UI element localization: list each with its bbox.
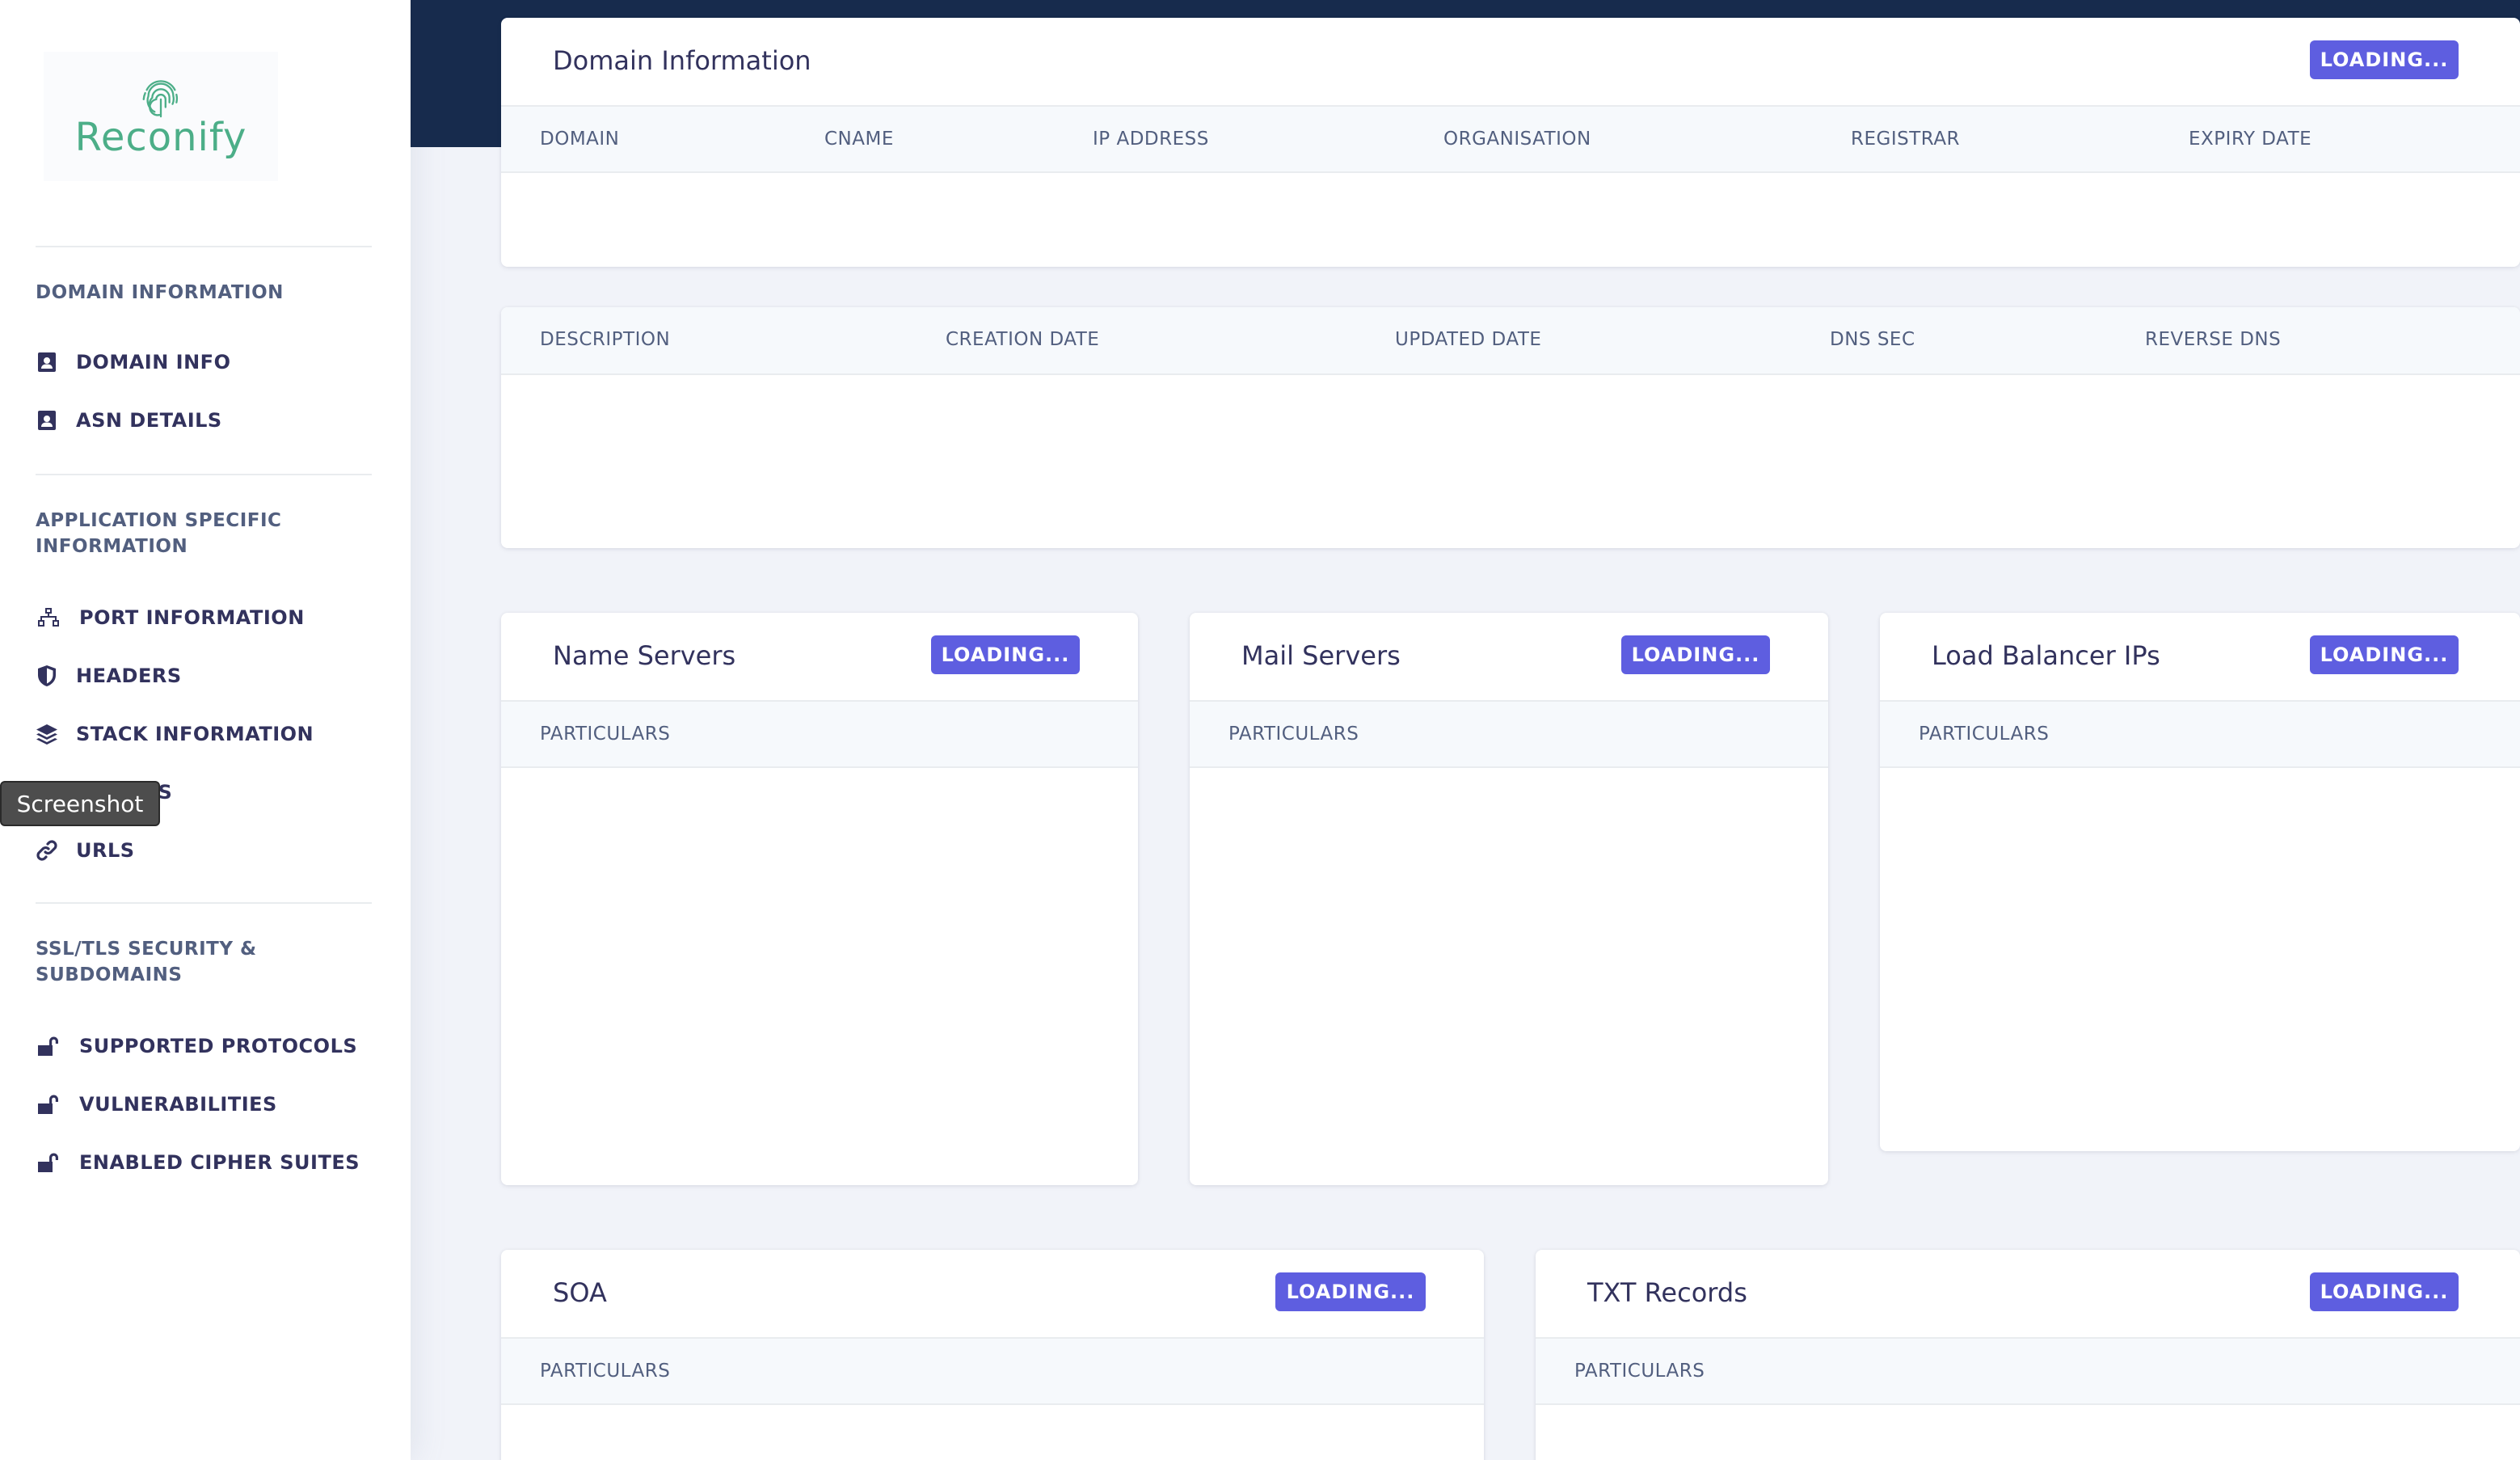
card-title: TXT Records: [1587, 1277, 1747, 1308]
nav-item-urls[interactable]: URLS: [36, 833, 135, 868]
column-header[interactable]: DNS SEC: [1830, 307, 1915, 372]
nav-item-headers[interactable]: HEADERS: [36, 658, 182, 694]
loading-button[interactable]: LOADING...: [1275, 1272, 1426, 1311]
loading-button[interactable]: LOADING...: [1621, 635, 1770, 674]
loading-button[interactable]: LOADING...: [2310, 40, 2459, 79]
nav-item-label: PORT INFORMATION: [79, 606, 305, 629]
table-header: PARTICULARS: [1536, 1337, 2520, 1405]
column-header[interactable]: UPDATED DATE: [1395, 307, 1541, 372]
brand-logo[interactable]: Reconify: [44, 52, 278, 181]
name-servers-card: Name Servers LOADING... PARTICULARS: [501, 613, 1138, 1185]
column-header[interactable]: PARTICULARS: [540, 1339, 670, 1403]
unlock-icon: [38, 1153, 58, 1172]
nav-heading-domain-information: DOMAIN INFORMATION: [36, 282, 284, 303]
txt-records-card: TXT Records LOADING... PARTICULARS: [1536, 1250, 2520, 1460]
nav-item-port-information[interactable]: PORT INFORMATION: [36, 600, 305, 635]
nav-heading-ssl-tls: SSL/TLS SECURITY & SUBDOMAINS: [36, 939, 257, 985]
sidebar-divider: [36, 246, 372, 247]
link-icon: [36, 840, 57, 861]
contact-card-icon: [38, 352, 56, 372]
column-header[interactable]: DESCRIPTION: [540, 307, 670, 372]
column-header[interactable]: PARTICULARS: [1919, 702, 2049, 766]
card-title: Load Balancer IPs: [1932, 640, 2160, 671]
column-header[interactable]: ORGANISATION: [1443, 107, 1591, 171]
nav-heading-application-specific: APPLICATION SPECIFIC INFORMATION: [36, 510, 282, 557]
column-header[interactable]: CREATION DATE: [946, 307, 1099, 372]
nav-item-label: URLS: [76, 839, 135, 862]
table-header: PARTICULARS: [501, 1337, 1484, 1405]
card-title: Domain Information: [553, 45, 811, 76]
column-header[interactable]: EXPIRY DATE: [2189, 107, 2311, 171]
card-title: SOA: [553, 1277, 607, 1308]
nav-item-label: HEADERS: [76, 665, 182, 687]
nav-item-label: DOMAIN INFO: [76, 351, 231, 373]
table-header: DESCRIPTION CREATION DATE UPDATED DATE D…: [501, 307, 2520, 375]
nav-item-domain-info[interactable]: DOMAIN INFO: [36, 344, 230, 380]
brand-name: Reconify: [74, 115, 247, 160]
table-header: PARTICULARS: [501, 700, 1138, 768]
column-header[interactable]: PARTICULARS: [1228, 702, 1359, 766]
sidebar: Reconify DOMAIN INFORMATION DOMAIN INFO …: [0, 0, 411, 1460]
nav-item-enabled-cipher-suites[interactable]: ENABLED CIPHER SUITES: [36, 1145, 360, 1180]
nav-item-label: STACK INFORMATION: [76, 723, 314, 745]
unlock-icon: [38, 1036, 58, 1056]
loading-button[interactable]: LOADING...: [931, 635, 1080, 674]
nav-item-label: SUPPORTED PROTOCOLS: [79, 1035, 358, 1057]
nav-item-supported-protocols[interactable]: SUPPORTED PROTOCOLS: [36, 1028, 357, 1064]
table-header: PARTICULARS: [1190, 700, 1828, 768]
shield-icon: [38, 665, 56, 686]
table-header: PARTICULARS: [1880, 700, 2520, 768]
layers-icon: [36, 724, 57, 745]
card-title: Name Servers: [553, 640, 736, 671]
column-header[interactable]: CNAME: [824, 107, 894, 171]
sidebar-divider: [36, 474, 372, 475]
column-header[interactable]: PARTICULARS: [540, 702, 670, 766]
nav-item-asn-details[interactable]: ASN DETAILS: [36, 403, 222, 438]
soa-card: SOA LOADING... PARTICULARS: [501, 1250, 1484, 1460]
contact-card-icon: [38, 411, 56, 430]
table-header: DOMAIN CNAME IP ADDRESS ORGANISATION REG…: [501, 105, 2520, 173]
loading-button[interactable]: LOADING...: [2310, 1272, 2459, 1311]
screenshot-tooltip: Screenshot: [0, 781, 160, 826]
fingerprint-icon: [142, 80, 179, 118]
nav-item-stack-information[interactable]: STACK INFORMATION: [36, 716, 314, 752]
network-icon: [38, 608, 59, 627]
nav-item-vulnerabilities[interactable]: VULNERABILITIES: [36, 1087, 277, 1122]
column-header[interactable]: REGISTRAR: [1851, 107, 1960, 171]
column-header[interactable]: IP ADDRESS: [1093, 107, 1209, 171]
nav-item-label: ENABLED CIPHER SUITES: [79, 1151, 360, 1174]
nav-item-label: ASN DETAILS: [76, 409, 222, 432]
column-header[interactable]: REVERSE DNS: [2145, 307, 2281, 372]
unlock-icon: [38, 1095, 58, 1114]
card-title: Mail Servers: [1241, 640, 1401, 671]
sidebar-divider: [36, 902, 372, 904]
loading-button[interactable]: LOADING...: [2310, 635, 2459, 674]
mail-servers-card: Mail Servers LOADING... PARTICULARS: [1190, 613, 1828, 1185]
column-header[interactable]: PARTICULARS: [1574, 1339, 1705, 1403]
domain-details-card: DESCRIPTION CREATION DATE UPDATED DATE D…: [501, 307, 2520, 548]
load-balancer-ips-card: Load Balancer IPs LOADING... PARTICULARS: [1880, 613, 2520, 1151]
domain-information-card: Domain Information LOADING... DOMAIN CNA…: [501, 18, 2520, 267]
column-header[interactable]: DOMAIN: [540, 107, 619, 171]
nav-item-label: VULNERABILITIES: [79, 1093, 277, 1116]
